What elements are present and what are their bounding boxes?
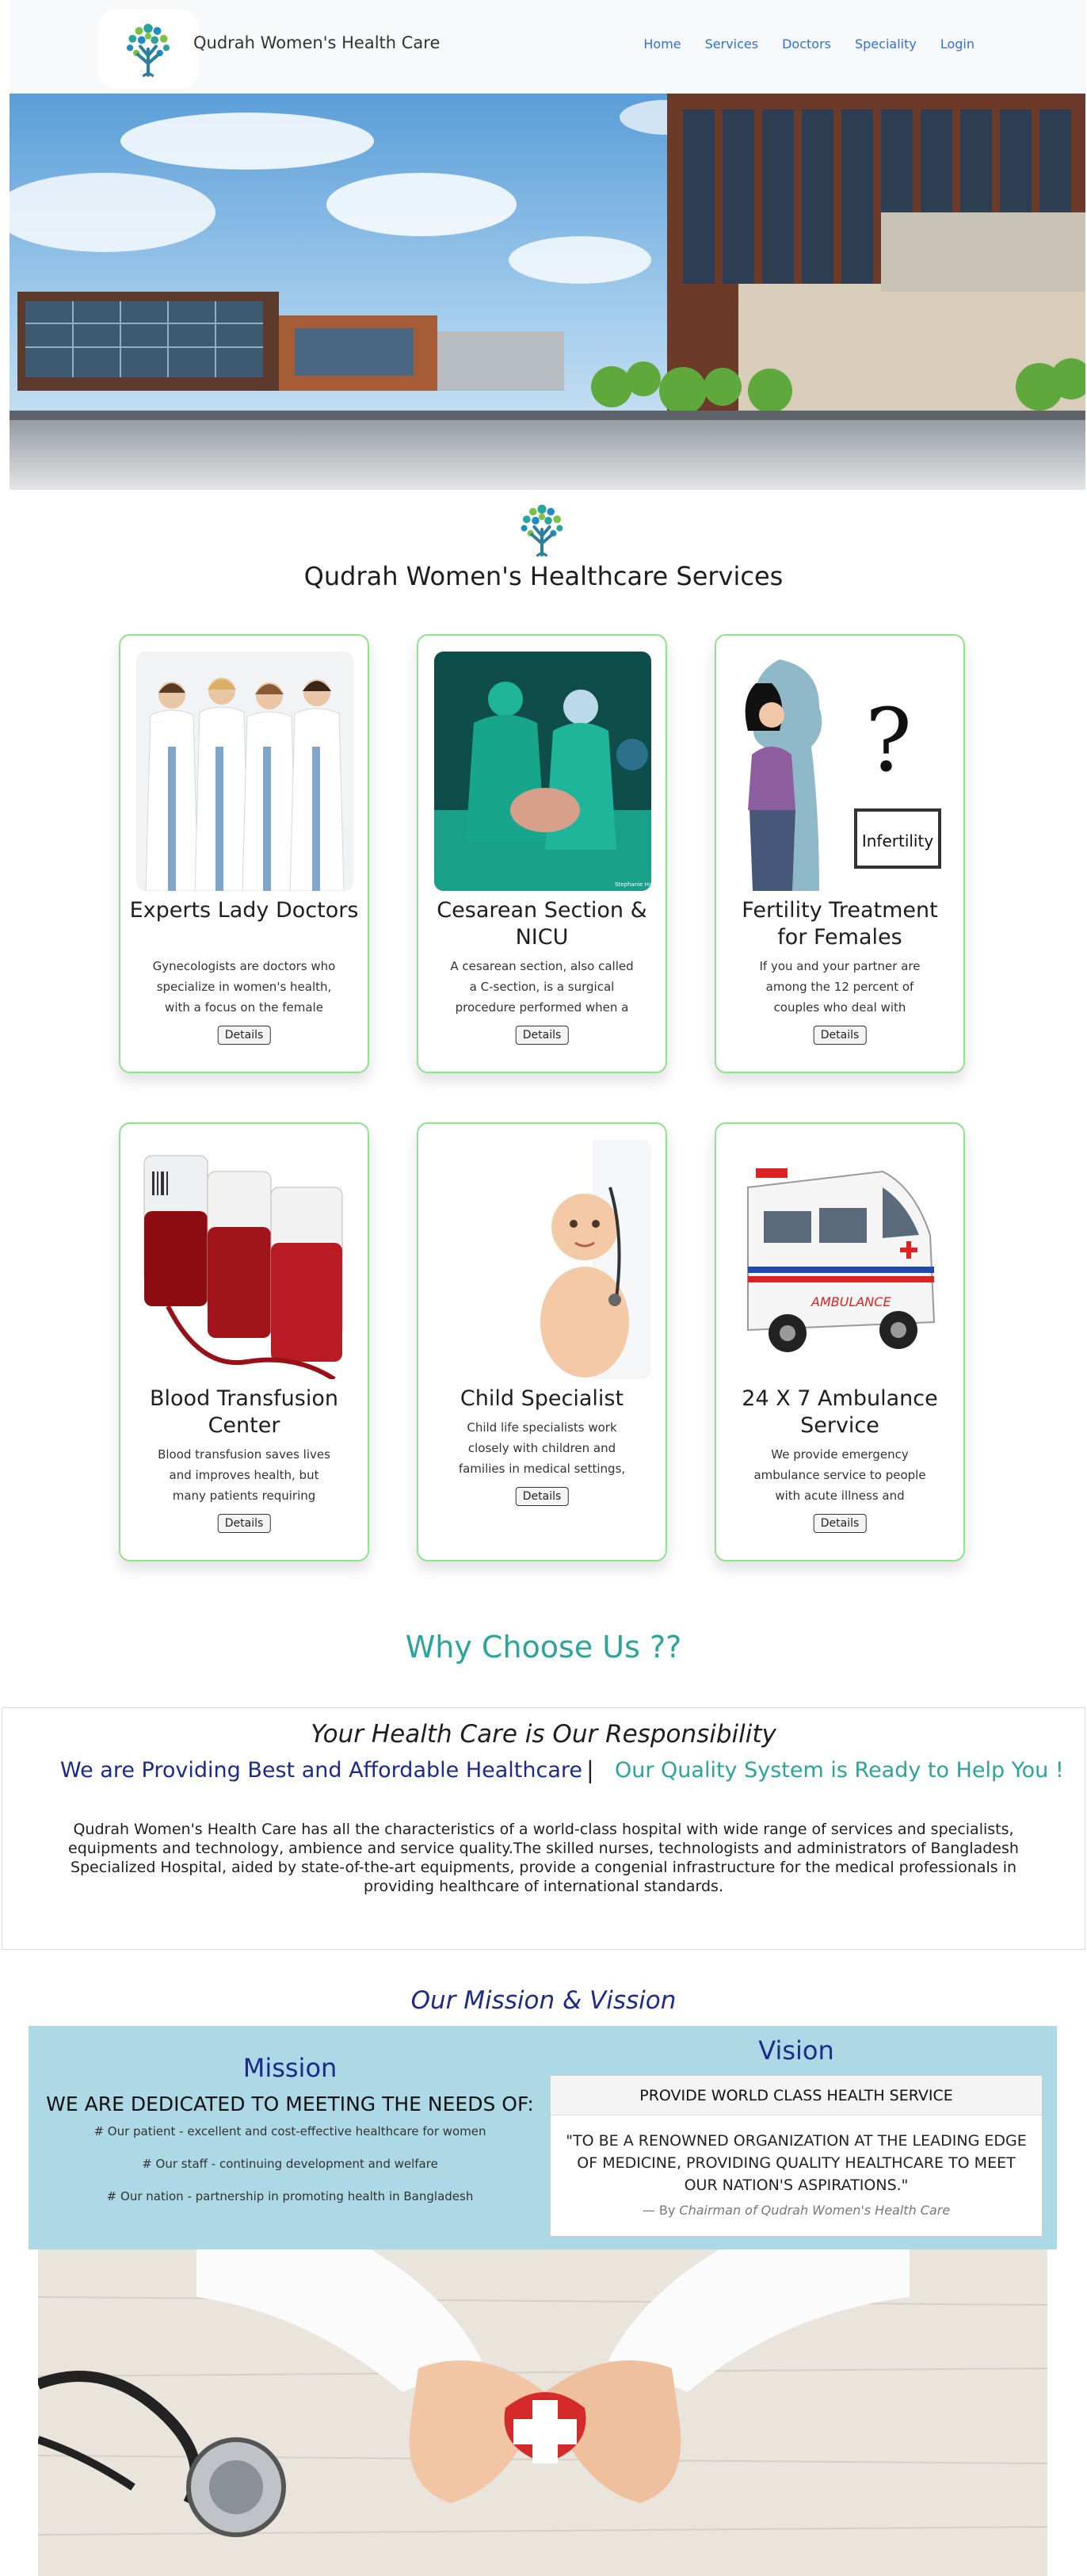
service-card-doctors: Experts Lady Doctors Gynecologists are d… <box>119 634 369 1073</box>
services-logo <box>504 496 580 563</box>
card-description: We provide emergency ambulance service t… <box>753 1447 926 1503</box>
card-title: Experts Lady Doctors <box>129 898 359 923</box>
service-card-blood: Blood Transfusion Center Blood transfusi… <box>119 1122 369 1561</box>
vision-cite-prefix: — By <box>642 2203 676 2218</box>
doctors-image <box>136 652 353 891</box>
service-card-cesarean: Stephanie Harper Cesarean Section & NICU… <box>417 634 667 1073</box>
brand-logo[interactable] <box>98 10 198 89</box>
card-title: Blood Transfusion Center <box>150 1386 338 1438</box>
ambulance-image: AMBULANCE <box>732 1140 949 1379</box>
vision-heading: Vision <box>758 2035 834 2066</box>
ambulance-label: AMBULANCE <box>810 1294 891 1309</box>
navbar: Qudrah Women's Health Care Home Services… <box>10 0 1085 94</box>
card-description: If you and your partner are among the 12… <box>759 959 921 1015</box>
mission-vision-title: Our Mission & Vission <box>410 1986 677 2015</box>
details-button[interactable]: Details <box>813 1026 867 1045</box>
card-title: Cesarean Section & NICU <box>437 898 647 950</box>
mission-item: # Our nation - partnership in promoting … <box>106 2189 474 2203</box>
details-button[interactable]: Details <box>217 1026 271 1045</box>
mission-item: # Our patient - excellent and cost-effec… <box>93 2124 486 2138</box>
vision-quote: "TO BE A RENOWNED ORGANIZATION AT THE LE… <box>566 2132 1027 2194</box>
details-button[interactable]: Details <box>813 1514 867 1533</box>
infertility-label: Infertility <box>862 831 933 850</box>
infertility-image: ? Infertility <box>732 652 949 891</box>
nav-doctors[interactable]: Doctors <box>782 36 831 52</box>
surgery-image: Stephanie Harper <box>434 652 651 891</box>
svg-text:?: ? <box>865 690 912 791</box>
card-description: Blood transfusion saves lives and improv… <box>158 1447 330 1503</box>
vision-card-header: PROVIDE WORLD CLASS HEALTH SERVICE <box>551 2076 1042 2115</box>
card-description: Gynecologists are doctors who specialize… <box>152 959 336 1015</box>
hero-image <box>10 94 1085 490</box>
why-separator: | <box>586 1756 594 1783</box>
vision-cite-name: Chairman of Qudrah Women's Health Care <box>679 2203 951 2218</box>
why-paragraph: Qudrah Women's Health Care has all the c… <box>68 1821 1019 1895</box>
service-card-fertility: ? Infertility Fertility Treatment for Fe… <box>715 634 965 1073</box>
mission-subheading: WE ARE DEDICATED TO MEETING THE NEEDS OF… <box>46 2093 534 2115</box>
details-button[interactable]: Details <box>515 1487 569 1506</box>
blood-bags-image <box>136 1140 353 1379</box>
mission-heading: Mission <box>242 2053 338 2083</box>
photo-credit: Stephanie Harper <box>615 881 651 888</box>
care-hands-image <box>38 2249 1047 2576</box>
card-title: Fertility Treatment for Females <box>742 898 938 950</box>
card-description: A cesarean section, also called a C-sect… <box>450 959 634 1015</box>
nav-services[interactable]: Services <box>705 36 758 52</box>
tree-logo-icon <box>116 17 181 82</box>
service-card-child: Child Specialist Child life specialists … <box>417 1122 667 1561</box>
nav-menu: Home Services Doctors Speciality Login <box>643 36 974 52</box>
service-card-ambulance: AMBULANCE 24 X 7 Ambulance Service We pr… <box>715 1122 965 1561</box>
card-description: Child life specialists work closely with… <box>458 1420 626 1476</box>
services-title: Qudrah Women's Healthcare Services <box>303 561 784 591</box>
tree-logo-icon <box>510 498 574 561</box>
details-button[interactable]: Details <box>217 1514 271 1533</box>
mission-item: # Our staff - continuing development and… <box>142 2157 438 2171</box>
card-title: Child Specialist <box>460 1386 624 1411</box>
card-title: 24 X 7 Ambulance Service <box>742 1386 938 1438</box>
vision-citation: — By Chairman of Qudrah Women's Health C… <box>551 2203 1042 2218</box>
brand-name[interactable]: Qudrah Women's Health Care <box>193 33 440 52</box>
details-button[interactable]: Details <box>515 1026 569 1045</box>
why-left-tagline: We are Providing Best and Affordable Hea… <box>60 1758 582 1783</box>
why-heading: Your Health Care is Our Responsibility <box>311 1720 776 1749</box>
nav-home[interactable]: Home <box>643 36 681 52</box>
nav-login[interactable]: Login <box>940 36 974 52</box>
vision-card: PROVIDE WORLD CLASS HEALTH SERVICE "TO B… <box>550 2075 1043 2237</box>
why-choose-title: Why Choose Us ?? <box>405 1630 682 1664</box>
nav-speciality[interactable]: Speciality <box>855 36 917 52</box>
child-specialist-image <box>434 1140 651 1379</box>
why-right-tagline: Our Quality System is Ready to Help You … <box>615 1758 1064 1783</box>
